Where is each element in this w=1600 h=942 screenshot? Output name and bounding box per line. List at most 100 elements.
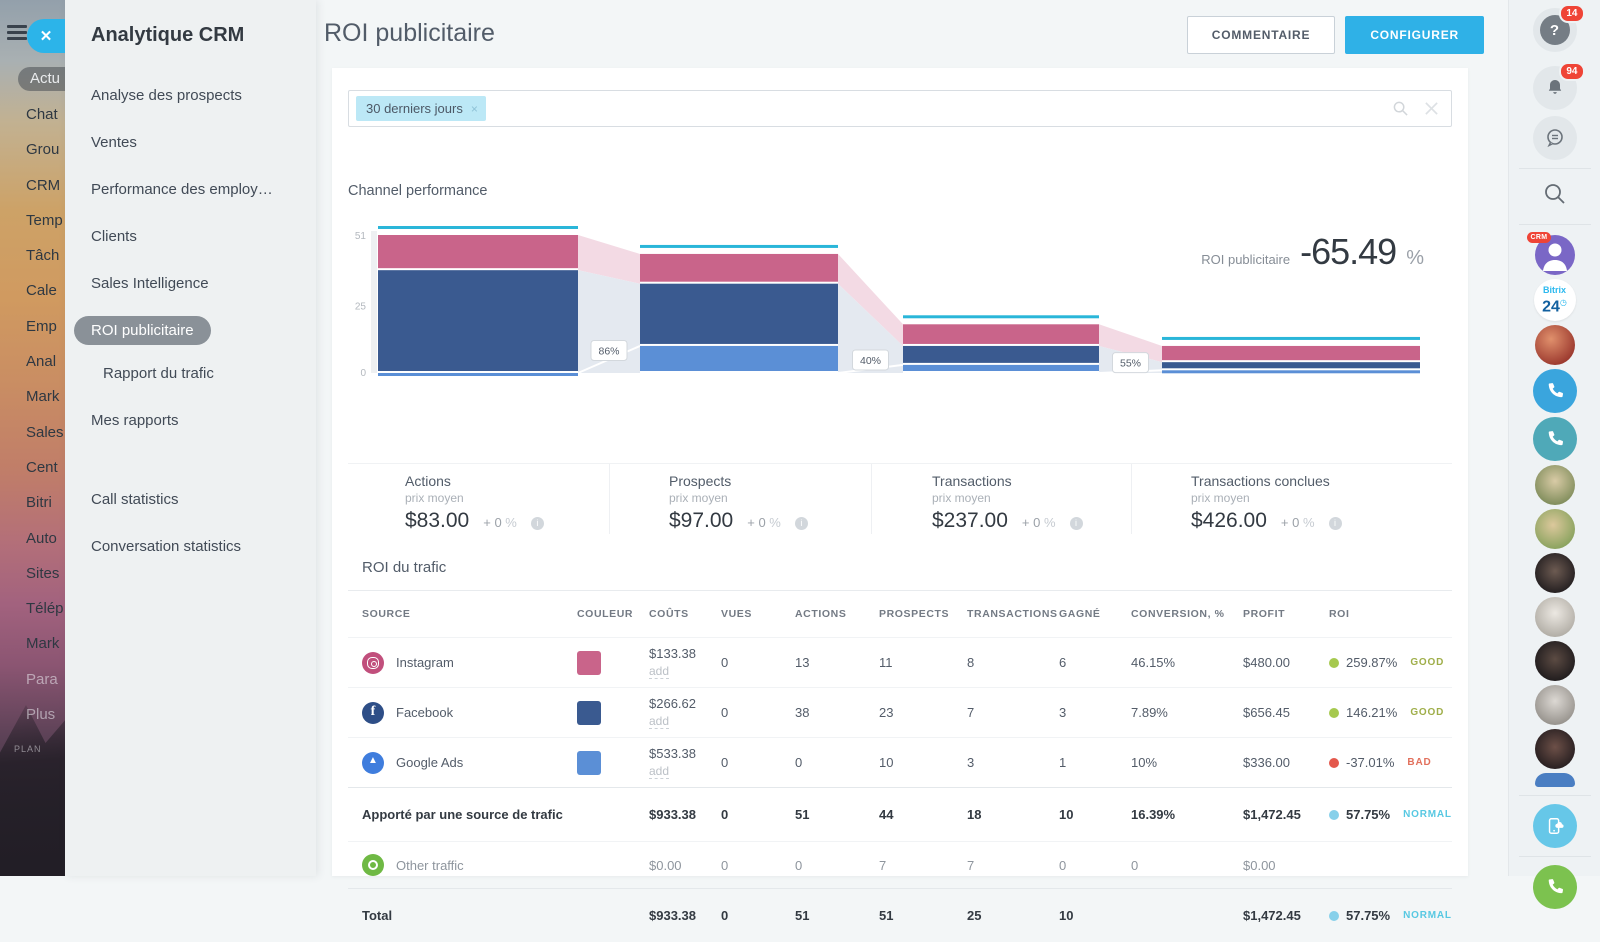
left-nav-item[interactable]: Auto <box>0 521 65 556</box>
facebook-icon <box>362 702 384 724</box>
filter-chip[interactable]: 30 derniers jours × <box>356 96 486 121</box>
stage-sublabel: prix moyen <box>669 491 871 505</box>
left-nav-item[interactable]: Sites <box>0 556 65 591</box>
conversion-cell: 0 <box>1131 858 1243 873</box>
transactions-cell: 18 <box>967 807 1059 822</box>
page-header: ROI publicitaire COMMENTAIRE CONFIGURER <box>316 0 1508 68</box>
user-avatar[interactable] <box>1535 465 1575 505</box>
user-avatar[interactable] <box>1535 509 1575 549</box>
column-header: ACTIONS <box>795 608 879 620</box>
roi-status-label: NORMAL <box>1403 809 1452 820</box>
stage-label: Prospects <box>669 473 871 489</box>
table-title: ROI du trafic <box>348 559 1452 576</box>
costs-cell: $933.38 <box>649 807 721 822</box>
menu-item-mes-rapports[interactable]: Mes rapports <box>65 402 316 439</box>
user-avatar[interactable] <box>1535 773 1575 787</box>
background-wallpaper: ActuChatGrouCRMTempTâchCaleEmpAnalMarkSa… <box>0 0 65 876</box>
left-nav-item[interactable]: Bitri <box>0 485 65 520</box>
left-nav-item[interactable]: CRM <box>0 168 65 203</box>
add-cost-link[interactable]: add <box>649 764 669 779</box>
filter-bar[interactable]: 30 derniers jours × <box>348 90 1452 127</box>
menu-item-conversation-statistics[interactable]: Conversation statistics <box>65 528 316 565</box>
funnel-chart: ROI publicitaire -65.49 % 5125086%40%55% <box>348 213 1452 463</box>
menu-item-rapport-du-trafic[interactable]: Rapport du trafic <box>65 355 316 392</box>
source-cell: Instagram <box>362 652 577 674</box>
prospects-cell: 10 <box>879 755 967 770</box>
user-avatar[interactable] <box>1535 553 1575 593</box>
crm-badge: CRM <box>1527 232 1552 243</box>
left-nav-item[interactable]: Para <box>0 662 65 697</box>
costs-cell: $133.38add <box>649 646 721 679</box>
configure-button[interactable]: CONFIGURER <box>1345 16 1484 54</box>
roi-status-dot <box>1329 708 1339 718</box>
left-nav-item[interactable]: Mark <box>0 626 65 661</box>
left-nav-item[interactable]: Anal <box>0 344 65 379</box>
call-button-green[interactable] <box>1533 865 1577 909</box>
menu-item-analyse-des-prospects[interactable]: Analyse des prospects <box>65 77 316 114</box>
transactions-cell: 8 <box>967 655 1059 670</box>
menu-item-sales-intelligence[interactable]: Sales Intelligence <box>65 265 316 302</box>
call-button-blue[interactable] <box>1533 369 1577 413</box>
menu-item-ventes[interactable]: Ventes <box>65 124 316 161</box>
left-nav-item[interactable]: Télép <box>0 591 65 626</box>
left-nav-item[interactable]: Mark <box>0 379 65 414</box>
user-avatar[interactable] <box>1535 597 1575 637</box>
clear-filter-icon[interactable] <box>1424 101 1439 116</box>
divider <box>1519 224 1591 225</box>
color-swatch <box>577 651 601 675</box>
chip-remove-icon[interactable]: × <box>471 102 478 116</box>
left-nav-item[interactable]: Chat <box>0 97 65 132</box>
user-avatar[interactable] <box>1535 325 1575 365</box>
actions-cell: 51 <box>795 908 879 923</box>
stage-sublabel: prix moyen <box>405 491 609 505</box>
info-icon[interactable]: i <box>1070 517 1083 530</box>
user-avatar[interactable] <box>1535 729 1575 769</box>
search-icon[interactable] <box>1393 101 1408 116</box>
channel-performance-section: Channel performance ROI publicitaire -65… <box>348 183 1452 533</box>
menu-item-performance-des-employ-[interactable]: Performance des employ… <box>65 171 316 208</box>
left-nav-item[interactable]: Actu <box>18 67 65 91</box>
stage-sublabel: prix moyen <box>1191 491 1431 505</box>
menu-item-call-statistics[interactable]: Call statistics <box>65 481 316 518</box>
user-avatar[interactable] <box>1535 685 1575 725</box>
left-nav-item[interactable]: PLAN <box>0 732 65 767</box>
menu-title: Analytique CRM <box>65 0 316 65</box>
notifications-icon[interactable]: 94 <box>1533 66 1577 110</box>
stage-card-2: Prospectsprix moyen$97.00+ 0 %i <box>609 464 871 534</box>
stage-delta: + 0 % <box>1281 515 1315 530</box>
menu-item-roi-publicitaire[interactable]: ROI publicitaire <box>65 312 316 349</box>
table-row: Facebook$266.62add03823737.89%$656.45146… <box>348 687 1452 737</box>
search-icon[interactable] <box>1542 181 1568 212</box>
left-nav-item[interactable]: Cent <box>0 450 65 485</box>
stage-card-4: Transactions concluesprix moyen$426.00+ … <box>1131 464 1431 534</box>
help-icon[interactable]: ?14 <box>1533 8 1577 52</box>
mobile-device-button[interactable] <box>1533 804 1577 848</box>
messenger-icon[interactable] <box>1533 116 1577 160</box>
bitrix24-logo[interactable]: Bitrix24◷ <box>1534 279 1576 321</box>
left-nav-item[interactable]: Grou <box>0 132 65 167</box>
add-cost-link[interactable]: add <box>649 714 669 729</box>
stage-card-1: Actionsprix moyen$83.00+ 0 %i <box>378 464 609 534</box>
info-icon[interactable]: i <box>531 517 544 530</box>
roi-status-label: BAD <box>1407 757 1431 768</box>
info-icon[interactable]: i <box>795 517 808 530</box>
left-nav-item[interactable]: Temp <box>0 203 65 238</box>
profit-cell: $480.00 <box>1243 655 1329 670</box>
left-nav-item[interactable]: Emp <box>0 309 65 344</box>
info-icon[interactable]: i <box>1329 517 1342 530</box>
traffic-roi-section: ROI du trafic SOURCECOULEURCOÛTSVUESACTI… <box>348 559 1452 942</box>
call-button-teal[interactable] <box>1533 417 1577 461</box>
user-avatar[interactable] <box>1535 641 1575 681</box>
left-nav-item[interactable]: Cale <box>0 273 65 308</box>
add-cost-link[interactable]: add <box>649 664 669 679</box>
left-nav-item[interactable]: Tâch <box>0 238 65 273</box>
crm-marketing-avatar[interactable]: CRM <box>1535 235 1575 275</box>
left-nav-item[interactable]: Plus <box>0 697 65 732</box>
close-menu-button[interactable]: ✕ <box>27 19 65 53</box>
comment-button[interactable]: COMMENTAIRE <box>1187 16 1336 54</box>
menu-item-clients[interactable]: Clients <box>65 218 316 255</box>
hamburger-menu-icon[interactable] <box>7 25 27 40</box>
right-toolbar: ?1494CRMBitrix24◷ <box>1508 0 1600 876</box>
roi-cell: 57.75%NORMAL <box>1329 807 1466 822</box>
left-nav-item[interactable]: Sales <box>0 415 65 450</box>
